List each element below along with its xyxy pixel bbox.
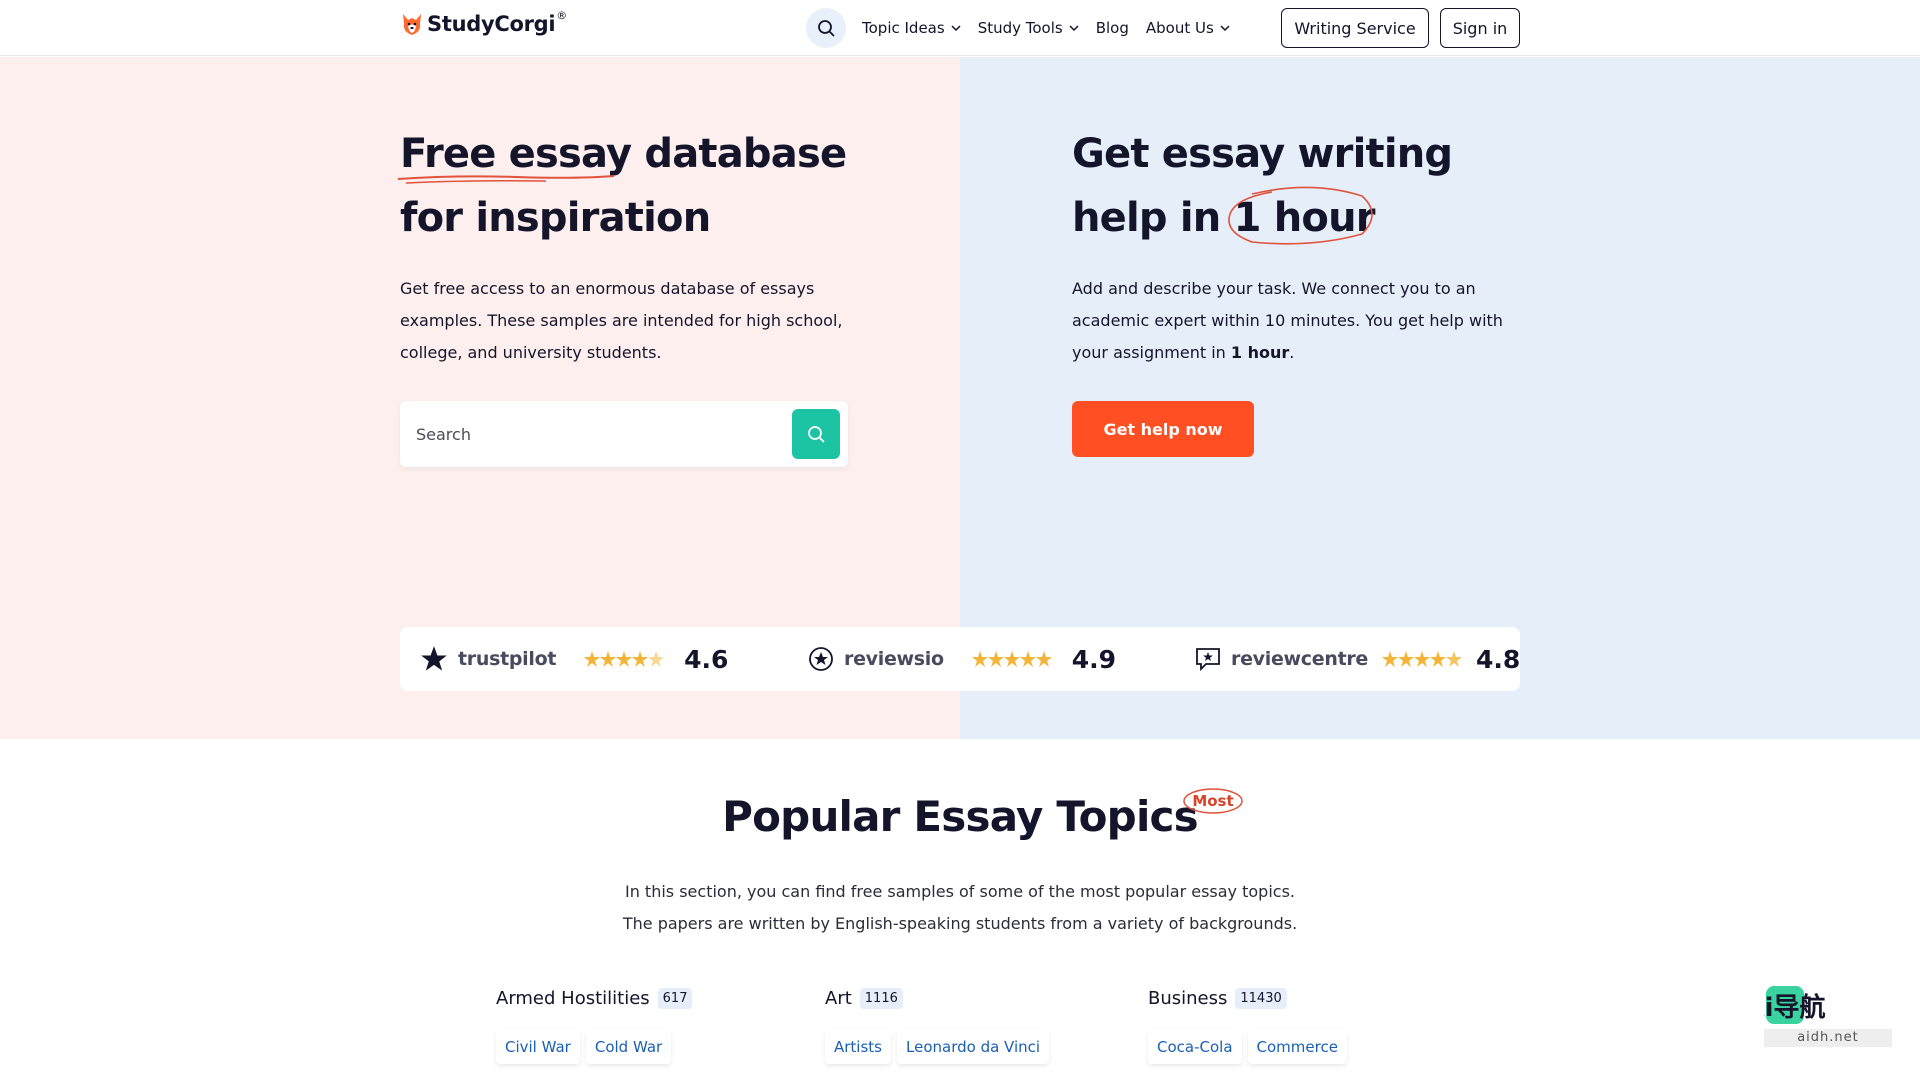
nav-blog[interactable]: Blog [1096, 8, 1129, 48]
underline-scribble [397, 175, 615, 184]
title-highlight: 1 hour [1227, 186, 1376, 250]
main-nav: Topic Ideas Study Tools Blog About Us [806, 8, 1247, 48]
hero-right-description: Add and describe your task. We connect y… [1072, 273, 1532, 369]
chevron-down-icon [1220, 25, 1230, 31]
title-line2: for inspiration [400, 195, 711, 241]
chevron-down-icon [1069, 25, 1079, 31]
description-end: . [1289, 343, 1295, 362]
title-highlight-text: Free essay [400, 131, 632, 177]
category-name: Business [1148, 988, 1228, 1009]
essay-search-button[interactable] [792, 409, 840, 459]
chevron-down-icon [951, 25, 961, 31]
category-armed-hostilities[interactable]: Armed Hostilities 617 [496, 988, 693, 1009]
category-name: Art [825, 988, 852, 1009]
topic-tag[interactable]: Cold War [585, 1030, 672, 1064]
description-bold: 1 hour [1230, 343, 1290, 362]
reviewcentre-icon [1196, 648, 1220, 672]
reviewsio-icon [809, 647, 833, 671]
category-tags: Civil War Cold War [496, 1030, 677, 1064]
studycorgi-logo[interactable]: StudyCorgi ® [400, 8, 568, 37]
rating-reviewsio[interactable]: reviewsio 4.9 [808, 627, 1116, 691]
search-icon [808, 426, 825, 443]
circle-scribble [1227, 186, 1373, 245]
rating-brand: trustpilot [458, 648, 557, 670]
stars-icon [584, 651, 665, 667]
nav-study-tools[interactable]: Study Tools [978, 8, 1079, 48]
description-line1: In this section, you can find free sampl… [624, 882, 1295, 901]
nav-topic-ideas[interactable]: Topic Ideas [862, 8, 961, 48]
logo-text: StudyCorgi [427, 12, 556, 36]
category-count-badge: 11430 [1235, 988, 1287, 1009]
topic-tag[interactable]: Artists [825, 1030, 891, 1064]
star-rating [584, 651, 665, 667]
title-highlight: Free essay [397, 122, 632, 186]
most-badge: Most [1182, 786, 1244, 816]
rating-trustpilot[interactable]: trustpilot 4.6 [420, 627, 728, 691]
site-header: StudyCorgi ® Topic Ideas Study Tools Blo… [0, 0, 1920, 56]
stars-icon [1382, 651, 1463, 667]
rating-score: 4.8 [1476, 644, 1521, 674]
title-line2-prefix: help in [1072, 195, 1234, 241]
star-rating [1382, 651, 1463, 667]
hero-right-title: Get essay writing help in 1 hour [1072, 122, 1592, 250]
nav-about-us-label: About Us [1145, 19, 1214, 37]
registered-mark: ® [556, 8, 568, 22]
rating-brand: reviewsio [844, 648, 944, 670]
hero-left-description: Get free access to an enormous database … [400, 279, 843, 362]
search-icon [818, 20, 835, 37]
watermark-sub: aidh.net [1764, 1029, 1892, 1047]
corgi-logo-icon [403, 14, 421, 35]
star-rating [971, 651, 1052, 667]
category-tags: Artists Leonardo da Vinci [825, 1030, 1055, 1064]
category-tags: Coca-Cola Commerce [1148, 1030, 1353, 1064]
most-badge-text: Most [1192, 792, 1234, 810]
category-name: Armed Hostilities [496, 988, 650, 1009]
category-art[interactable]: Art 1116 [825, 988, 903, 1009]
rating-reviewcentre[interactable]: reviewcentre 4.8 [1195, 627, 1520, 691]
nav-about-us[interactable]: About Us [1146, 8, 1230, 48]
category-count-badge: 1116 [859, 988, 903, 1009]
nav-blog-label: Blog [1095, 19, 1129, 37]
title-line1: Get essay writing [1072, 131, 1453, 177]
nav-topic-ideas-label: Topic Ideas [862, 19, 945, 37]
hero-left-title: Free essay database for inspiration [397, 122, 920, 250]
rating-score: 4.9 [1071, 644, 1117, 674]
popular-topics-description: In this section, you can find free sampl… [0, 876, 1920, 940]
category-business[interactable]: Business 11430 [1148, 988, 1287, 1009]
topic-tag[interactable]: Leonardo da Vinci [897, 1030, 1050, 1064]
nav-study-tools-label: Study Tools [977, 19, 1063, 37]
trustpilot-star-icon [421, 646, 447, 671]
title-line1-rest: database [631, 131, 847, 177]
topic-tag[interactable]: Civil War [496, 1030, 580, 1064]
topic-tag[interactable]: Coca-Cola [1148, 1030, 1242, 1064]
stars-icon [971, 651, 1052, 667]
description-line2: The papers are written by English-speaki… [622, 914, 1298, 933]
writing-service-button[interactable]: Writing Service [1281, 8, 1429, 48]
rating-brand: reviewcentre [1231, 648, 1369, 670]
rating-score: 4.6 [684, 644, 729, 674]
aidh-logo-icon: Ai导航 [1744, 986, 1826, 1024]
topic-tag[interactable]: Commerce [1247, 1030, 1347, 1064]
popular-topics-title: Popular Essay Topics [722, 792, 1199, 841]
essay-search-input[interactable] [416, 401, 776, 467]
watermark-main: Ai导航 [1764, 992, 1826, 1023]
get-help-now-button[interactable]: Get help now [1072, 401, 1254, 457]
nav-search-button[interactable] [806, 8, 846, 48]
essay-search-box [400, 401, 848, 467]
ratings-bar: trustpilot 4.6 reviewsio 4.9 reviewcentr… [400, 627, 1520, 691]
category-count-badge: 617 [657, 988, 693, 1009]
sign-in-button[interactable]: Sign in [1440, 8, 1520, 48]
